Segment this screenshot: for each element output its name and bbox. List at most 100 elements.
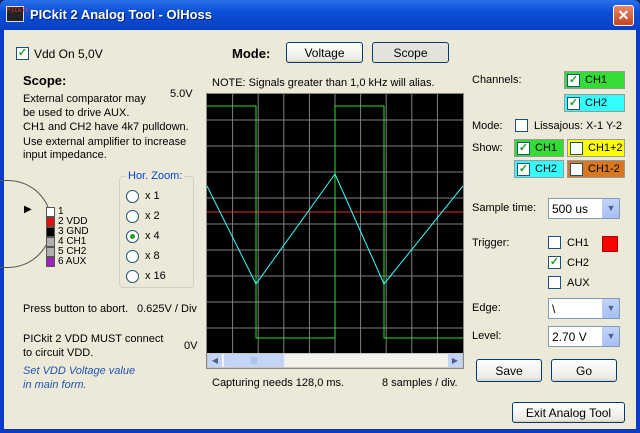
- channel-ch2-toggle[interactable]: ✓ CH2: [564, 94, 625, 112]
- abort-text: Press button to abort.: [23, 303, 129, 315]
- zoom-radio[interactable]: [126, 190, 139, 203]
- check-icon: ✓: [567, 97, 580, 110]
- vdd-on-label: Vdd On 5,0V: [34, 47, 103, 61]
- show-ch1p2-toggle[interactable]: CH1+2: [567, 139, 625, 157]
- scope-voltage: 5.0V: [170, 88, 193, 100]
- pin-swatch: [46, 217, 55, 227]
- mode-row-label: Mode:: [472, 120, 503, 132]
- exit-analog-tool-button[interactable]: Exit Analog Tool: [512, 402, 625, 423]
- scroll-left-icon[interactable]: ◀: [208, 354, 222, 367]
- level-select[interactable]: 2.70 V ▼: [548, 326, 620, 347]
- scroll-right-icon[interactable]: ▶: [448, 354, 462, 367]
- channel-ch1-toggle[interactable]: ✓ CH1: [564, 71, 625, 89]
- ch1-trace: [207, 105, 463, 339]
- go-button[interactable]: Go: [551, 359, 617, 382]
- show-ch1m2-toggle[interactable]: CH1-2: [567, 160, 625, 178]
- pin-label: 6 AUX: [58, 256, 87, 267]
- set-vdd-note-1: Set VDD Voltage value: [23, 365, 136, 377]
- trigger-indicator: [602, 236, 618, 252]
- close-button[interactable]: ✕: [613, 5, 634, 26]
- show-ch1-toggle[interactable]: ✓ CH1: [514, 139, 564, 157]
- alias-note: NOTE: Signals greater than 1,0 kHz will …: [212, 77, 435, 89]
- scope-text-5: input impedance.: [23, 149, 107, 161]
- client-area: ✓ Vdd On 5,0V Scope: 5.0V External compa…: [0, 30, 636, 429]
- trigger-ch1-checkbox[interactable]: [548, 236, 561, 249]
- scope-plot: [206, 94, 464, 354]
- zoom-radio[interactable]: [126, 210, 139, 223]
- title-bar[interactable]: PICkit PICkit 2 Analog Tool - OlHoss ✕: [0, 0, 640, 30]
- edge-value: \: [552, 302, 556, 316]
- show-ch2-toggle[interactable]: ✓ CH2: [514, 160, 564, 178]
- sample-time-label: Sample time:: [472, 202, 537, 214]
- chevron-down-icon[interactable]: ▼: [602, 327, 619, 346]
- trigger-aux-checkbox[interactable]: [548, 276, 561, 289]
- trigger-ch2-checkbox[interactable]: ✓: [548, 256, 561, 269]
- pin-row: 6 AUX: [46, 256, 126, 267]
- trigger-label: Trigger:: [472, 237, 510, 249]
- hor-zoom-label: Hor. Zoom:: [126, 170, 185, 182]
- level-label: Level:: [472, 330, 502, 342]
- zoom-label: x 8: [145, 250, 160, 262]
- zoom-label: x 2: [145, 210, 160, 222]
- pin-swatch: [46, 247, 55, 257]
- pin-swatch: [46, 257, 55, 267]
- channels-label: Channels:: [472, 74, 522, 86]
- check-icon: ✓: [549, 256, 560, 268]
- scope-text-1: External comparator may: [23, 93, 146, 105]
- chevron-down-icon[interactable]: ▼: [602, 199, 619, 218]
- vdd-on-checkbox[interactable]: ✓: [16, 47, 29, 60]
- show-ch1p2-label: CH1+2: [588, 142, 623, 154]
- volts-per-div: 0.625V / Div: [137, 303, 197, 315]
- lissajous-label: Lissajous: X-1 Y-2: [534, 120, 623, 132]
- vdd-warning-2: to circuit VDD.: [23, 347, 94, 359]
- trigger-ch2-label: CH2: [567, 257, 590, 269]
- check-icon: ✓: [517, 163, 530, 176]
- level-value: 2.70 V: [552, 330, 587, 344]
- sample-time-value: 500 us: [552, 202, 589, 216]
- zoom-radio[interactable]: [126, 230, 139, 243]
- show-ch1-label: CH1: [535, 142, 558, 154]
- edge-label: Edge:: [472, 302, 501, 314]
- edge-select[interactable]: \ ▼: [548, 298, 620, 319]
- pin-swatch: [46, 237, 55, 247]
- scope-display: [206, 93, 464, 369]
- sample-time-select[interactable]: 500 us ▼: [548, 198, 620, 219]
- horizontal-scrollbar[interactable]: ◀ ||| ▶: [207, 353, 463, 368]
- mode-label: Mode:: [232, 46, 271, 61]
- voltage-mode-button[interactable]: Voltage: [286, 42, 363, 63]
- app-icon: PICkit: [6, 6, 29, 22]
- scroll-thumb[interactable]: |||: [224, 354, 284, 367]
- zoom-label: x 16: [145, 270, 166, 282]
- zoom-radio[interactable]: [126, 270, 139, 283]
- pointer-icon: ▶: [24, 204, 32, 215]
- show-ch2-label: CH2: [535, 163, 558, 175]
- zoom-radio[interactable]: [126, 250, 139, 263]
- samples-per-div: 8 samples / div.: [382, 377, 458, 389]
- scope-heading: Scope:: [23, 73, 67, 88]
- connector-outline: [0, 180, 52, 268]
- pin-swatch: [46, 227, 55, 237]
- show-label: Show:: [472, 142, 503, 154]
- scope-text-4: Use external amplifier to increase: [23, 136, 187, 148]
- channel-ch2-label: CH2: [585, 97, 608, 109]
- channel-ch1-label: CH1: [585, 74, 608, 86]
- scope-mode-button[interactable]: Scope: [372, 42, 449, 63]
- scope-text-2: be used to drive AUX.: [23, 107, 130, 119]
- check-icon: ✓: [517, 142, 530, 155]
- chevron-down-icon[interactable]: ▼: [602, 299, 619, 318]
- zoom-label: x 1: [145, 190, 160, 202]
- show-ch1m2-label: CH1-2: [588, 163, 620, 175]
- vdd-value: 0V: [184, 340, 198, 352]
- pin-swatch: [46, 207, 55, 217]
- trigger-ch1-label: CH1: [567, 237, 590, 249]
- window-title: PICkit 2 Analog Tool - OlHoss: [30, 7, 213, 22]
- zoom-label: x 4: [145, 230, 160, 242]
- vdd-warning-1: PICkit 2 VDD MUST connect: [23, 333, 164, 345]
- check-icon: ✓: [17, 47, 28, 59]
- lissajous-checkbox[interactable]: [515, 119, 528, 132]
- save-button[interactable]: Save: [476, 359, 542, 382]
- capture-text: Capturing needs 128,0 ms.: [212, 377, 345, 389]
- set-vdd-note-2: in main form.: [23, 379, 87, 391]
- scope-text-3: CH1 and CH2 have 4k7 pulldown.: [23, 121, 189, 133]
- check-icon: ✓: [567, 74, 580, 87]
